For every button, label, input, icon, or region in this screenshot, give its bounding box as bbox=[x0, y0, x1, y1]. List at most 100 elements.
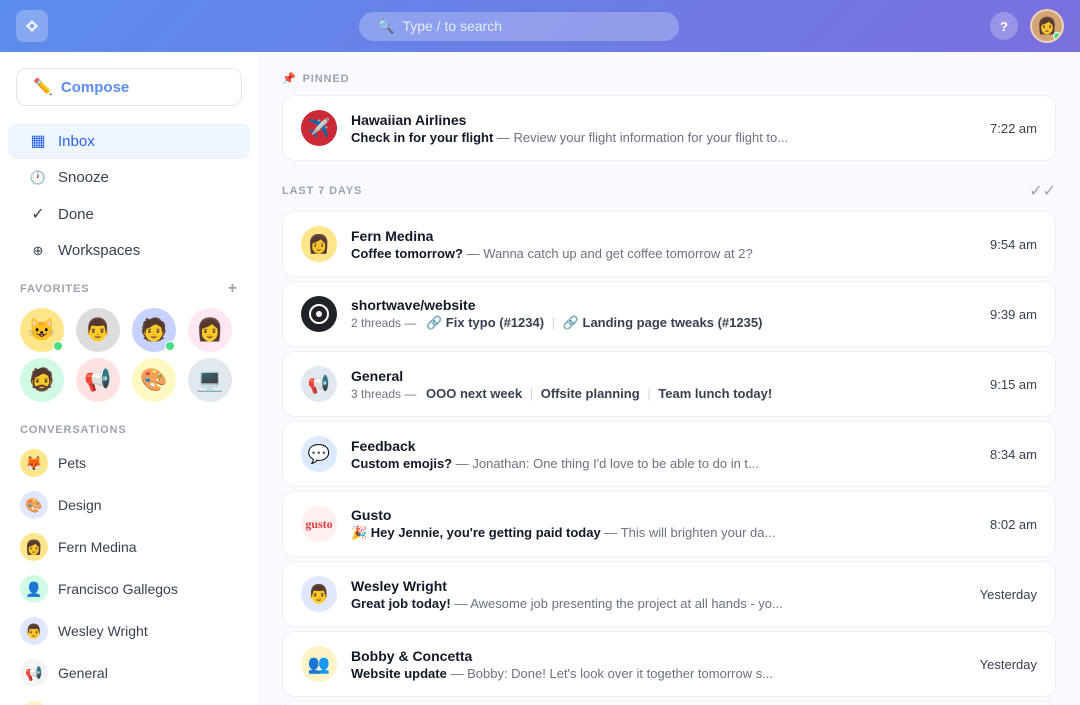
francisco-avatar: 👤 bbox=[20, 575, 48, 603]
email-preview: Coffee tomorrow? — Wanna catch up and ge… bbox=[351, 246, 976, 261]
search-box[interactable]: 🔍 Type / to search bbox=[359, 12, 679, 41]
email-subject: Great job today! bbox=[351, 596, 451, 611]
favorite-item[interactable]: 😺 bbox=[20, 308, 64, 352]
email-preview-text: — Wanna catch up and get coffee tomorrow… bbox=[467, 246, 753, 261]
email-sender: Wesley Wright bbox=[351, 578, 966, 594]
sidebar-item-pets[interactable]: 🦊 Pets bbox=[0, 442, 258, 484]
bobby-concetta-avatar: 👥 bbox=[301, 646, 337, 682]
general-label: General bbox=[58, 665, 108, 681]
email-time: 7:22 am bbox=[990, 121, 1037, 136]
email-time: Yesterday bbox=[980, 587, 1037, 602]
favorite-item[interactable]: 📢 bbox=[76, 358, 120, 402]
thread2: 🔗 Landing page tweaks (#1235) bbox=[563, 315, 763, 330]
help-button[interactable]: ? bbox=[990, 12, 1018, 40]
email-general[interactable]: 📢 General 3 threads — OOO next week | Of… bbox=[282, 351, 1056, 417]
feedback-avatar: 💬 bbox=[301, 436, 337, 472]
email-preview: 2 threads — 🔗 Fix typo (#1234) | 🔗 Landi… bbox=[351, 315, 976, 331]
favorite-item[interactable]: 👩 bbox=[188, 308, 232, 352]
favorite-item[interactable]: 🧔 bbox=[20, 358, 64, 402]
email-preview-text: — Bobby: Done! Let's look over it togeth… bbox=[450, 666, 773, 681]
email-gusto[interactable]: gusto Gusto 🎉 Hey Jennie, you're getting… bbox=[282, 491, 1056, 557]
email-content: Fern Medina Coffee tomorrow? — Wanna cat… bbox=[351, 228, 976, 261]
threads-count: 2 threads — bbox=[351, 316, 416, 330]
app-logo[interactable] bbox=[16, 10, 48, 42]
email-content: Feedback Custom emojis? — Jonathan: One … bbox=[351, 438, 976, 471]
compose-label: Compose bbox=[61, 79, 129, 96]
email-preview: 🎉 Hey Jennie, you're getting paid today … bbox=[351, 525, 976, 541]
thread2: Offsite planning bbox=[541, 386, 640, 401]
email-feedback[interactable]: 💬 Feedback Custom emojis? — Jonathan: On… bbox=[282, 421, 1056, 487]
sidebar-item-done[interactable]: ✓ Done bbox=[8, 196, 250, 232]
email-subject: Check in for your flight bbox=[351, 130, 493, 145]
general-sidebar-avatar: 📢 bbox=[20, 659, 48, 687]
thread1: OOO next week bbox=[426, 386, 522, 401]
email-preview: Check in for your flight — Review your f… bbox=[351, 130, 976, 145]
email-content: Gusto 🎉 Hey Jennie, you're getting paid … bbox=[351, 507, 976, 541]
snooze-icon: 🕐 bbox=[28, 170, 48, 186]
email-sender: General bbox=[351, 368, 976, 384]
wesley-avatar: 👨 bbox=[301, 576, 337, 612]
last7days-section: LAST 7 DAYS ✓✓ bbox=[282, 181, 1056, 201]
conversations-section-header: CONVERSATIONS bbox=[0, 412, 258, 442]
email-sender: Gusto bbox=[351, 507, 976, 523]
sidebar-item-design[interactable]: 🎨 Design bbox=[0, 484, 258, 526]
email-preview: Custom emojis? — Jonathan: One thing I'd… bbox=[351, 456, 976, 471]
add-favorite-button[interactable]: + bbox=[228, 280, 238, 298]
email-content: shortwave/website 2 threads — 🔗 Fix typo… bbox=[351, 297, 976, 331]
favorites-grid: 😺 👨 🧑 👩 🧔 📢 🎨 💻 bbox=[0, 304, 258, 412]
email-subject: Coffee tomorrow? bbox=[351, 246, 463, 261]
gusto-avatar: gusto bbox=[301, 506, 337, 542]
online-indicator bbox=[1053, 32, 1061, 40]
sidebar: ✏️ Compose ▦ Inbox 🕐 Snooze ✓ Done ⊕ Wor… bbox=[0, 52, 258, 705]
favorite-item[interactable]: 🧑 bbox=[132, 308, 176, 352]
sidebar-item-inbox[interactable]: ▦ Inbox bbox=[8, 123, 250, 159]
sidebar-item-snooze[interactable]: 🕐 Snooze bbox=[8, 161, 250, 194]
check-all-button[interactable]: ✓✓ bbox=[1029, 181, 1056, 201]
email-fern[interactable]: 👩 Fern Medina Coffee tomorrow? — Wanna c… bbox=[282, 211, 1056, 277]
email-sender: Fern Medina bbox=[351, 228, 976, 244]
last7days-header: LAST 7 DAYS ✓✓ bbox=[282, 181, 1056, 201]
email-time: 9:54 am bbox=[990, 237, 1037, 252]
topbar: 🔍 Type / to search ? 👩 bbox=[0, 0, 1080, 52]
email-sender: Bobby & Concetta bbox=[351, 648, 966, 664]
last7days-label: LAST 7 DAYS bbox=[282, 185, 362, 197]
main-layout: ✏️ Compose ▦ Inbox 🕐 Snooze ✓ Done ⊕ Wor… bbox=[0, 52, 1080, 705]
thread1: 🔗 Fix typo (#1234) bbox=[426, 315, 544, 330]
email-preview: 3 threads — OOO next week | Offsite plan… bbox=[351, 386, 976, 401]
inbox-icon: ▦ bbox=[28, 131, 48, 151]
sidebar-item-wesley-wright[interactable]: 👨 Wesley Wright bbox=[0, 610, 258, 652]
workspaces-label: Workspaces bbox=[58, 242, 140, 259]
email-bobby-concetta[interactable]: 👥 Bobby & Concetta Website update — Bobb… bbox=[282, 631, 1056, 697]
favorite-item[interactable]: 💻 bbox=[188, 358, 232, 402]
email-wesley[interactable]: 👨 Wesley Wright Great job today! — Aweso… bbox=[282, 561, 1056, 627]
fern-label: Fern Medina bbox=[58, 539, 137, 555]
email-shortwave[interactable]: shortwave/website 2 threads — 🔗 Fix typo… bbox=[282, 281, 1056, 347]
email-sender: shortwave/website bbox=[351, 297, 976, 313]
email-promotions[interactable]: Promotions 12 threads — L Loom | N Notio… bbox=[282, 701, 1056, 705]
pinned-label: PINNED bbox=[303, 73, 350, 85]
user-avatar[interactable]: 👩 bbox=[1030, 9, 1064, 43]
email-time: 8:02 am bbox=[990, 517, 1037, 532]
pinned-section: 📌 PINNED bbox=[282, 72, 1056, 85]
sidebar-item-workspaces[interactable]: ⊕ Workspaces bbox=[8, 234, 250, 267]
email-time: 8:34 am bbox=[990, 447, 1037, 462]
compose-button[interactable]: ✏️ Compose bbox=[16, 68, 242, 106]
fern-avatar: 👩 bbox=[20, 533, 48, 561]
email-subject: Custom emojis? bbox=[351, 456, 452, 471]
fern-email-avatar: 👩 bbox=[301, 226, 337, 262]
sidebar-item-francisco-gallegos[interactable]: 👤 Francisco Gallegos bbox=[0, 568, 258, 610]
favorite-item[interactable]: 👨 bbox=[76, 308, 120, 352]
search-area: 🔍 Type / to search bbox=[48, 12, 990, 41]
workspaces-icon: ⊕ bbox=[28, 243, 48, 259]
favorite-item[interactable]: 🎨 bbox=[132, 358, 176, 402]
sidebar-item-fern-medina[interactable]: 👩 Fern Medina bbox=[0, 526, 258, 568]
francisco-label: Francisco Gallegos bbox=[58, 581, 178, 597]
sidebar-item-bobby-tables[interactable]: 👤 Bobby Tables bbox=[0, 694, 258, 705]
email-hawaiian[interactable]: ✈️ Hawaiian Airlines Check in for your f… bbox=[282, 95, 1056, 161]
separator: | bbox=[552, 315, 555, 330]
separator: | bbox=[530, 386, 533, 401]
sidebar-item-general[interactable]: 📢 General bbox=[0, 652, 258, 694]
email-preview: Website update — Bobby: Done! Let's look… bbox=[351, 666, 966, 681]
email-sender: Hawaiian Airlines bbox=[351, 112, 976, 128]
general-avatar: 📢 bbox=[301, 366, 337, 402]
